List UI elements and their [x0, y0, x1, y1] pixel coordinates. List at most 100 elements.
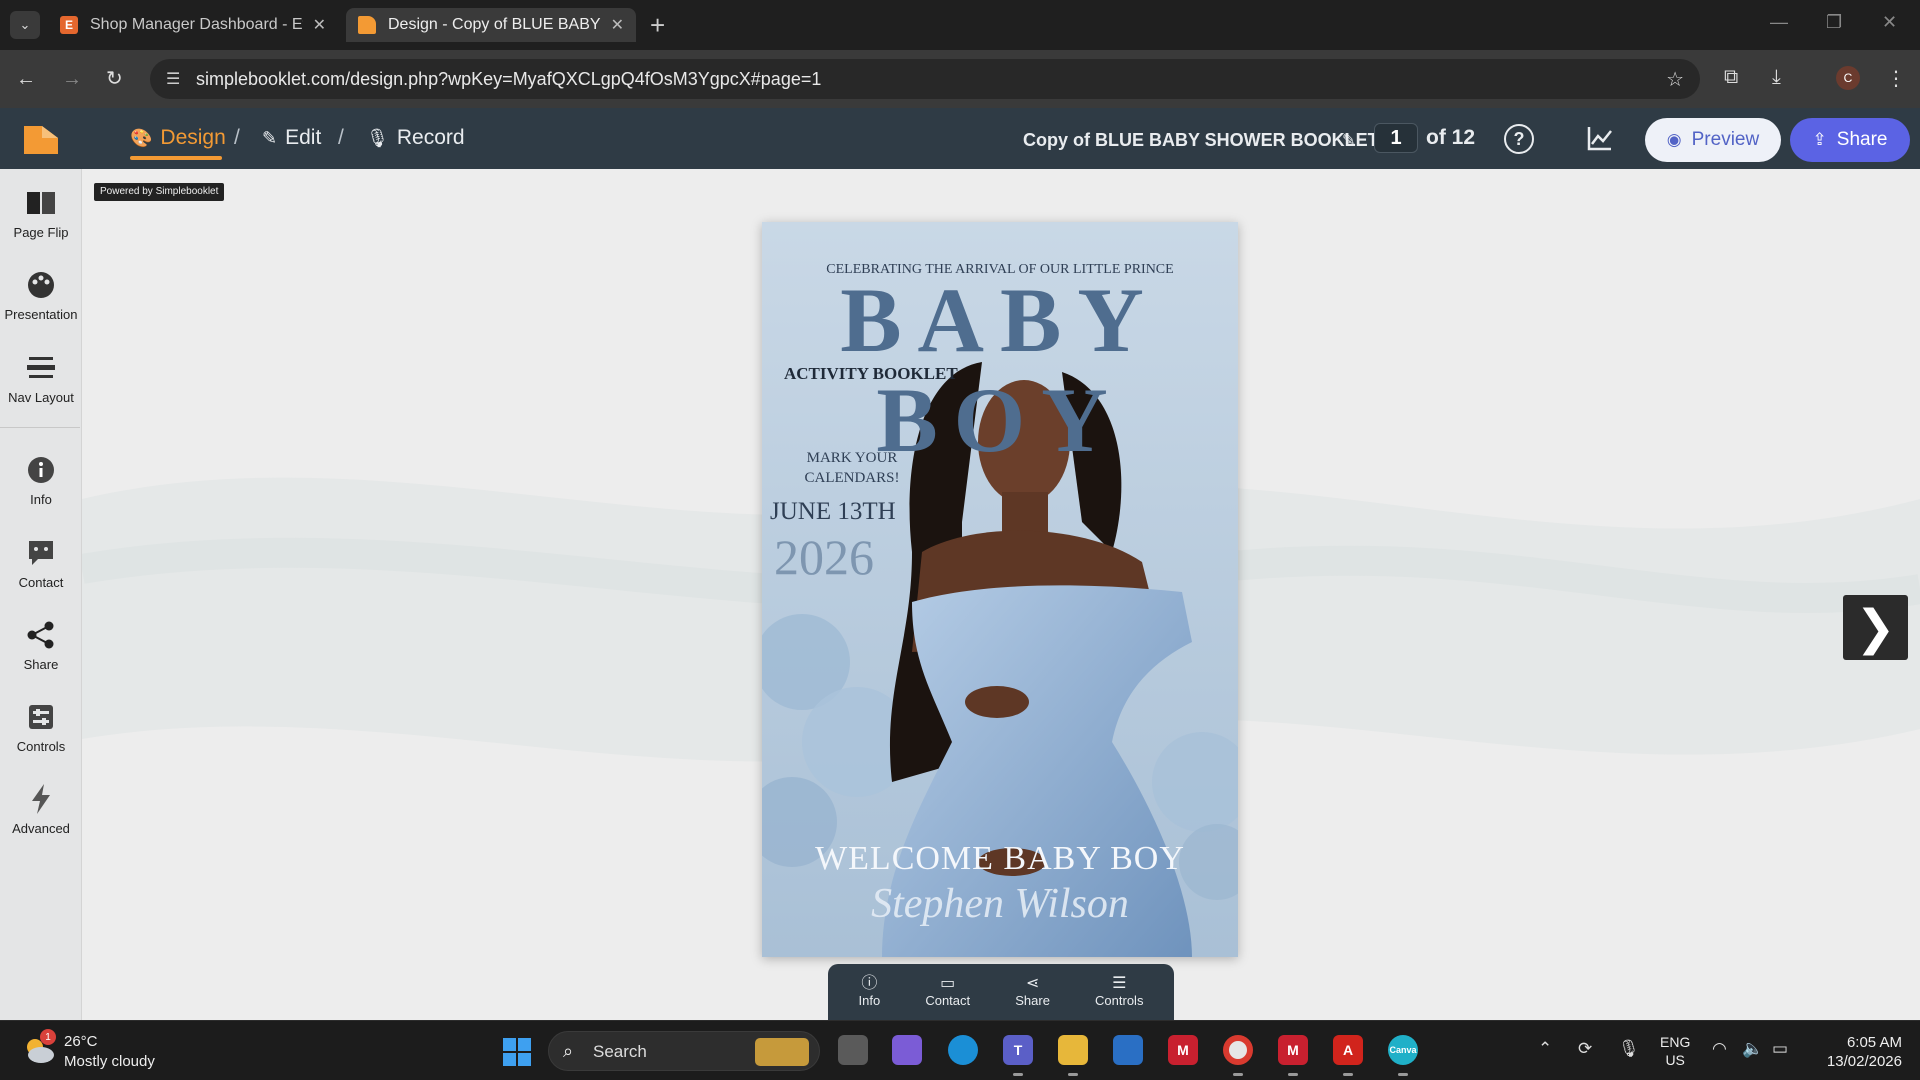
copilot-icon[interactable] [892, 1035, 922, 1065]
edit-title-pencil-icon[interactable]: ✎ [1342, 130, 1355, 150]
back-icon[interactable]: ← [16, 67, 36, 91]
taskbar-search[interactable]: ⌕ Search [548, 1031, 820, 1071]
canva-icon[interactable]: Canva [1388, 1035, 1418, 1065]
tab-search-button[interactable]: ⌄ [10, 11, 40, 39]
cover-signature: Stephen Wilson [871, 881, 1129, 927]
windows-taskbar: 1 26°C Mostly cloudy ⌕ Search T M M A Ca… [0, 1020, 1920, 1080]
design-sidebar: Page Flip Presentation Nav Layout Info C… [0, 169, 82, 1020]
weather-temperature[interactable]: 26°C [64, 1033, 98, 1050]
weather-description[interactable]: Mostly cloudy [64, 1053, 155, 1070]
sidebar-item-contact[interactable]: Contact [0, 537, 82, 590]
wifi-icon[interactable]: ◠ [1712, 1039, 1727, 1059]
bookmark-star-icon[interactable]: ☆ [1666, 67, 1684, 92]
tab-design[interactable]: Design - Copy of BLUE BABY SHOWER BOOKLE… [346, 8, 636, 42]
page-number-input[interactable]: 1 [1374, 123, 1418, 153]
profile-avatar[interactable]: C [1836, 66, 1860, 90]
search-placeholder: Search [593, 1042, 647, 1061]
region-code: US [1665, 1052, 1685, 1068]
task-view-icon[interactable] [838, 1035, 868, 1065]
browser-tab-bar: ⌄ E Shop Manager Dashboard - Etsy ✕ Desi… [0, 0, 1920, 50]
app-header: 🎨 Design / ✎ Edit / 🎙 Record Copy of BLU… [0, 108, 1920, 169]
extensions-icon[interactable]: ⧉ [1724, 66, 1738, 89]
microphone-icon[interactable]: 🎙 [1618, 1039, 1640, 1059]
site-info-icon[interactable]: ☰ [166, 69, 180, 89]
file-explorer-icon[interactable] [1058, 1035, 1088, 1065]
document-title[interactable]: Copy of BLUE BABY SHOWER BOOKLET [1023, 130, 1379, 151]
analytics-chart-icon[interactable] [1586, 124, 1614, 152]
cover-kicker: ACTIVITY BOOKLET [784, 364, 958, 383]
bottom-contact-button[interactable]: ▭ Contact [925, 975, 970, 1009]
share-icon: ⋖ [1025, 975, 1040, 992]
booklet-bottom-toolbar: ⓘ Info ▭ Contact ⋖ Share ☰ Controls [828, 964, 1174, 1020]
sidebar-item-page-flip[interactable]: Page Flip [0, 187, 82, 240]
reload-icon[interactable]: ↻ [106, 67, 123, 91]
restore-icon[interactable]: ❐ [1826, 12, 1842, 33]
bottom-share-button[interactable]: ⋖ Share [1015, 975, 1050, 1009]
weather-notification-badge: 1 [40, 1029, 56, 1045]
bottom-controls-button[interactable]: ☰ Controls [1095, 975, 1143, 1009]
forward-icon[interactable]: → [62, 67, 82, 91]
layout-icon [25, 352, 57, 384]
simplebooklet-logo[interactable] [22, 122, 60, 156]
controls-icon [25, 701, 57, 733]
next-page-button[interactable]: ❯ [1843, 595, 1908, 660]
active-mode-indicator [130, 156, 222, 160]
language-code: ENG [1660, 1034, 1691, 1050]
sidebar-item-controls[interactable]: Controls [0, 701, 82, 754]
sidebar-item-advanced[interactable]: Advanced [0, 783, 82, 836]
system-clock[interactable]: 6:05 AM 13/02/2026 [1818, 1033, 1902, 1071]
browser-menu-icon[interactable]: ⋮ [1886, 66, 1906, 91]
address-bar[interactable]: ☰ simplebooklet.com/design.php?wpKey=Mya… [150, 59, 1700, 99]
edge-icon[interactable] [948, 1035, 978, 1065]
windows-start-icon[interactable] [502, 1037, 532, 1067]
close-icon[interactable]: ✕ [313, 15, 326, 35]
download-icon[interactable]: ⤓ [1772, 66, 1781, 89]
teams-icon[interactable]: T [1003, 1035, 1033, 1065]
close-icon[interactable]: ✕ [611, 15, 624, 35]
sidebar-divider [0, 427, 80, 428]
sidebar-item-label: Controls [16, 739, 66, 754]
tab-etsy[interactable]: E Shop Manager Dashboard - Etsy ✕ [48, 8, 338, 42]
mcafee-icon[interactable]: M [1168, 1035, 1198, 1065]
mode-design[interactable]: 🎨 Design [130, 126, 226, 150]
chrome-icon[interactable] [1223, 1035, 1253, 1065]
window-close-icon[interactable]: ✕ [1882, 12, 1897, 33]
tray-overflow-chevron-icon[interactable]: ⌃ [1538, 1039, 1552, 1059]
sidebar-item-nav-layout[interactable]: Nav Layout [0, 352, 82, 405]
acrobat-icon[interactable]: A [1333, 1035, 1363, 1065]
language-indicator[interactable]: ENG US [1660, 1033, 1690, 1069]
battery-icon[interactable]: ▭ [1772, 1039, 1788, 1059]
controls-icon: ☰ [1112, 975, 1127, 992]
sidebar-item-presentation[interactable]: Presentation [0, 269, 82, 322]
new-tab-button[interactable]: + [650, 10, 665, 40]
help-icon[interactable]: ? [1504, 124, 1534, 154]
booklet-page[interactable]: CELEBRATING THE ARRIVAL OF OUR LITTLE PR… [762, 222, 1238, 957]
share-button[interactable]: ⇪ Share [1790, 118, 1910, 162]
sidebar-item-share[interactable]: Share [0, 619, 82, 672]
chevron-right-icon: ❯ [1855, 601, 1896, 655]
mcafee-icon[interactable]: M [1278, 1035, 1308, 1065]
chat-icon: ▭ [940, 975, 956, 992]
volume-icon[interactable]: 🔈 [1742, 1039, 1763, 1059]
running-indicator [1398, 1073, 1408, 1076]
minimize-icon[interactable]: — [1770, 12, 1788, 33]
mode-separator: / [338, 126, 344, 149]
sync-icon[interactable]: ⟳ [1578, 1039, 1592, 1059]
sidebar-item-info[interactable]: Info [0, 454, 82, 507]
mode-edit[interactable]: ✎ Edit [262, 126, 321, 150]
powered-by-badge[interactable]: Powered by Simplebooklet [94, 183, 225, 201]
search-highlight-image [755, 1038, 809, 1066]
bottom-info-button[interactable]: ⓘ Info [859, 975, 881, 1009]
sidebar-item-label: Advanced [12, 821, 70, 836]
running-indicator [1068, 1073, 1078, 1076]
url-text[interactable]: simplebooklet.com/design.php?wpKey=MyafQ… [196, 69, 821, 90]
microphone-icon: 🎙 [366, 127, 389, 148]
browser-toolbar: ← → ↻ ☰ simplebooklet.com/design.php?wpK… [0, 50, 1920, 108]
mode-label: Record [396, 126, 465, 149]
pencil-icon: ✎ [262, 127, 278, 148]
bolt-icon [25, 783, 57, 815]
clock-date: 13/02/2026 [1826, 1053, 1902, 1070]
microsoft-store-icon[interactable] [1113, 1035, 1143, 1065]
mode-record[interactable]: 🎙 Record [366, 126, 465, 150]
preview-button[interactable]: ◉ Preview [1645, 118, 1781, 162]
